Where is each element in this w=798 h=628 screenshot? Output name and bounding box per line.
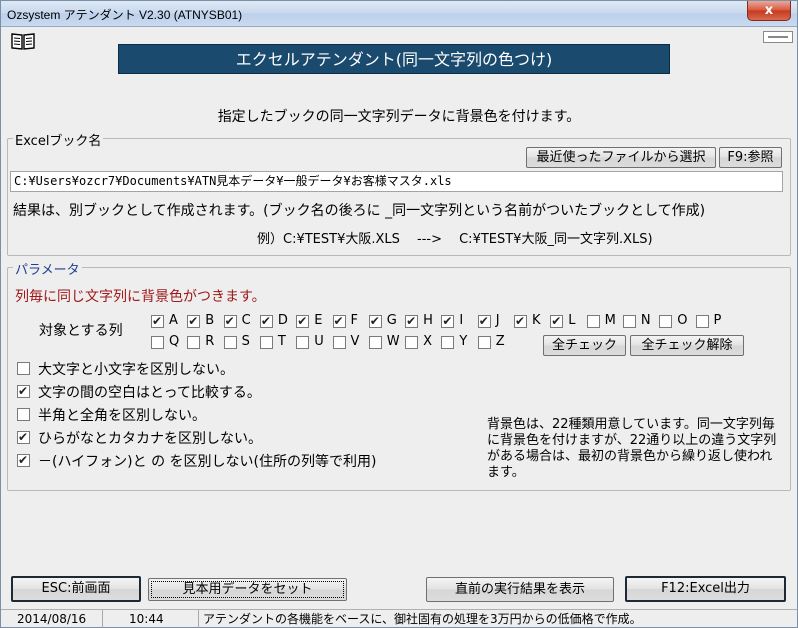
column-label: V — [350, 334, 360, 349]
checkbox-box[interactable] — [187, 313, 201, 329]
column-label: Q — [169, 334, 180, 349]
column-label: W — [386, 334, 400, 349]
example-text: 例）C:¥TEST¥大阪.XLS ---> C:¥TEST¥大阪_同一文字列.X… — [257, 232, 653, 247]
checkbox-box[interactable] — [17, 362, 30, 375]
background-color-note: 背景色は、22種類用意しています。同一文字列毎に背景色を付けますが、22通り以上… — [487, 417, 777, 480]
column-label: G — [386, 313, 397, 328]
checkbox-box[interactable] — [17, 408, 30, 421]
parameter-headline: 列毎に同じ文字列に背景色がつきます。 — [15, 289, 266, 305]
option-label: 半角と全角を区別しない。 — [38, 408, 206, 424]
column-label: S — [241, 334, 250, 349]
column-label: O — [677, 313, 688, 328]
column-label: Z — [495, 334, 505, 349]
checkbox-box[interactable] — [695, 315, 709, 328]
checkbox-box[interactable] — [332, 336, 346, 349]
column-label: E — [314, 313, 323, 328]
status-bar: 2014/08/16 10:44 アテンダントの各機能をベースに、御社固有の処理… — [1, 609, 797, 628]
column-label: Y — [459, 334, 468, 349]
window-control-strip[interactable] — [763, 31, 793, 43]
checkbox-box[interactable] — [17, 383, 30, 399]
result-note: 結果は、別ブックとして作成されます。(ブック名の後ろに _同一文字列という名前が… — [13, 203, 706, 219]
browse-button[interactable]: F9:参照 — [719, 147, 782, 168]
recent-files-button[interactable]: 最近使ったファイルから選択 — [526, 147, 716, 168]
set-sample-data-button[interactable]: 見本用データをセット — [148, 578, 347, 601]
checkbox-box[interactable] — [477, 313, 491, 329]
uncheck-all-button[interactable]: 全チェック解除 — [630, 335, 744, 356]
checkbox-box[interactable] — [405, 313, 419, 329]
checkbox-box[interactable] — [17, 452, 30, 468]
checkbox-box[interactable] — [259, 336, 273, 349]
show-last-result-button[interactable]: 直前の実行結果を表示 — [426, 577, 614, 602]
option-label: ひらがなとカタカナを区別しない。 — [38, 431, 262, 447]
checkbox-box[interactable] — [296, 336, 310, 349]
checkbox-box[interactable] — [441, 336, 455, 349]
column-label: H — [423, 313, 433, 328]
checkbox-box[interactable] — [187, 336, 201, 349]
checkbox-box[interactable] — [477, 336, 491, 349]
title-bar[interactable]: Ozsystem アテンダント V2.30 (ATNYSB01) x — [1, 1, 797, 27]
column-label: D — [277, 313, 288, 328]
book-icon[interactable] — [11, 32, 35, 50]
column-label: X — [423, 334, 432, 349]
column-label: F — [350, 313, 358, 328]
column-label: K — [532, 313, 541, 328]
checkbox-box[interactable] — [151, 336, 164, 349]
checkbox-box[interactable] — [622, 315, 636, 328]
column-label: A — [169, 313, 178, 328]
checkbox-box[interactable] — [151, 313, 164, 329]
checkbox-box[interactable] — [514, 313, 527, 329]
option-label: －(ハイフォン)と の を区別しない(住所の列等で利用) — [38, 454, 377, 470]
status-time: 10:44 — [103, 610, 199, 628]
checkbox-box[interactable] — [441, 313, 455, 329]
checkbox-box[interactable] — [368, 313, 382, 329]
checkbox-box[interactable] — [223, 313, 237, 329]
checkbox-box[interactable] — [223, 336, 237, 349]
description-text: 指定したブックの同一文字列データに背景色を付けます。 — [217, 109, 581, 125]
checkbox-box[interactable] — [550, 313, 564, 329]
esc-back-button[interactable]: ESC:前画面 — [11, 576, 141, 602]
checkbox-box[interactable] — [296, 313, 310, 329]
target-columns-label: 対象とする列 — [39, 323, 123, 339]
page-title: エクセルアテンダント(同一文字列の色つけ) — [118, 44, 670, 74]
checkbox-box[interactable] — [259, 313, 273, 329]
column-label: U — [314, 334, 324, 349]
checkbox-box[interactable] — [405, 336, 419, 349]
column-label: M — [604, 313, 616, 328]
checkbox-box[interactable] — [659, 315, 673, 328]
option-label: 大文字と小文字を区別しない。 — [38, 362, 234, 378]
column-label: P — [713, 313, 722, 328]
check-all-button[interactable]: 全チェック — [543, 335, 626, 356]
status-date: 2014/08/16 — [3, 610, 103, 628]
excel-output-button[interactable]: F12:Excel出力 — [625, 576, 786, 602]
window-title: Ozsystem アテンダント V2.30 (ATNYSB01) — [7, 8, 243, 22]
column-label: C — [241, 313, 251, 328]
checkbox-box[interactable] — [332, 313, 346, 329]
parameter-group-label: パラメータ — [13, 259, 82, 278]
status-message: アテンダントの各機能をベースに、御社固有の処理を3万円からの低価格で作成。 — [203, 612, 642, 626]
column-label: R — [205, 334, 215, 349]
column-label: J — [495, 313, 500, 328]
column-label: L — [568, 313, 576, 328]
checkbox-box[interactable] — [17, 429, 30, 445]
column-label: T — [277, 334, 286, 349]
option-label: 文字の間の空白はとって比較する。 — [38, 385, 261, 401]
checkbox-box[interactable] — [586, 315, 600, 328]
close-button[interactable]: x — [747, 1, 791, 21]
excel-book-group-label: Excelブック名 — [13, 130, 104, 149]
column-label: N — [640, 313, 651, 328]
column-label: I — [459, 313, 464, 328]
app-window: Ozsystem アテンダント V2.30 (ATNYSB01) x エクセルア… — [0, 0, 798, 628]
column-label: B — [205, 313, 215, 328]
excel-path-input[interactable]: C:¥Users¥ozcr7¥Documents¥ATN見本データ¥一般データ¥… — [10, 171, 783, 192]
checkbox-box[interactable] — [368, 336, 382, 349]
